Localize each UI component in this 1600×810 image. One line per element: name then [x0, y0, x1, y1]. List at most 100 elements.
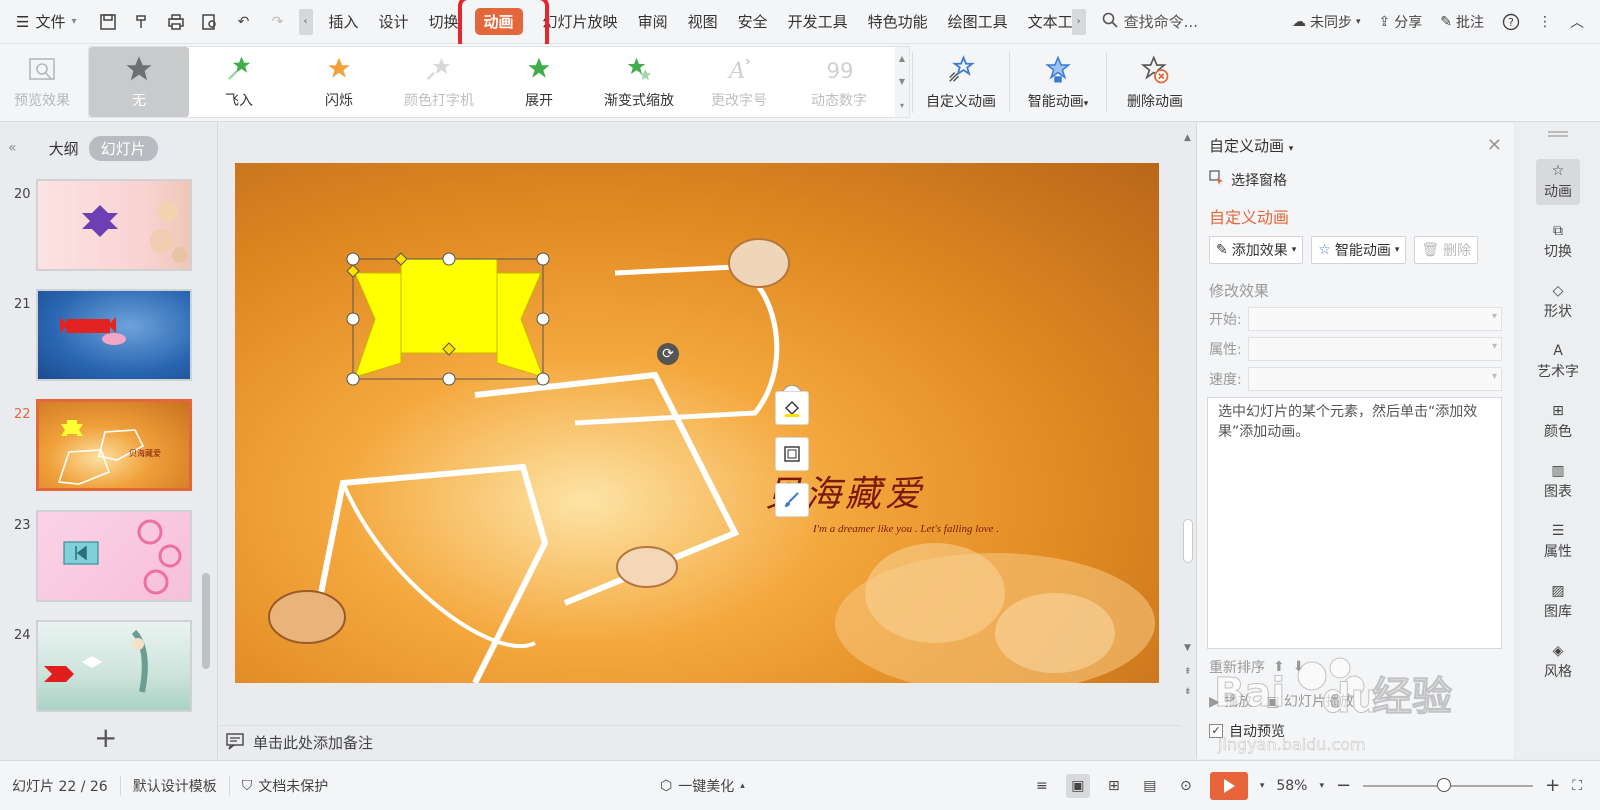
- delete-animation-button[interactable]: 删除动画: [1109, 44, 1201, 121]
- slide-thumbnail-row[interactable]: 21: [0, 289, 200, 385]
- slide-thumbnail[interactable]: [36, 179, 192, 271]
- smart-animation-button[interactable]: 智能动画▾: [1012, 44, 1104, 121]
- beautify-button[interactable]: ⬡ 一键美化 ▴: [660, 776, 745, 796]
- tab-view[interactable]: 视图: [678, 0, 728, 44]
- scroll-up-icon[interactable]: ▲: [1184, 133, 1191, 143]
- tab-text-tools[interactable]: 文本工: [1018, 0, 1072, 44]
- start-slideshow-button[interactable]: [1209, 771, 1248, 800]
- undo-icon[interactable]: ↶: [231, 9, 257, 35]
- tab-review[interactable]: 审阅: [628, 0, 678, 44]
- scroll-up-icon[interactable]: ▲: [899, 54, 905, 63]
- slide-canvas[interactable]: 贝海藏爱 I'm a dreamer like you . Let's fall…: [235, 163, 1159, 683]
- zoom-in-icon[interactable]: +: [1545, 775, 1560, 796]
- effect-color-typewriter[interactable]: 颜色打字机: [389, 47, 489, 117]
- smart-animation-pane-button[interactable]: ☆ 智能动画 ▾: [1311, 236, 1407, 264]
- fill-bucket-icon[interactable]: [775, 391, 809, 425]
- property-select[interactable]: [1247, 337, 1502, 361]
- slide-thumbnail[interactable]: [36, 510, 192, 602]
- reading-view-icon[interactable]: ▤: [1138, 774, 1162, 798]
- slideshow-button[interactable]: ▣ 幻灯片播放: [1266, 691, 1354, 711]
- close-icon[interactable]: ✕: [1487, 135, 1502, 156]
- slide-thumbnail-row[interactable]: 24: [0, 620, 200, 716]
- zoom-level[interactable]: 58%: [1276, 778, 1307, 794]
- play-button[interactable]: ▶ 播放: [1209, 691, 1252, 711]
- delete-button[interactable]: 🗑 删除: [1414, 236, 1479, 264]
- gallery-scrollbar[interactable]: ▲ ▼ ▾: [895, 47, 909, 117]
- add-slide-button[interactable]: +: [94, 721, 117, 754]
- slide-thumbnail-row[interactable]: 23: [0, 510, 200, 606]
- next-slide-icon[interactable]: ⇟: [1184, 687, 1192, 697]
- effect-fly-in[interactable]: 飞入: [189, 47, 289, 117]
- collapse-panel-icon[interactable]: «: [8, 140, 17, 156]
- sidebar-item-color[interactable]: ⊞ 颜色: [1536, 399, 1580, 445]
- zoom-slider[interactable]: [1363, 777, 1534, 792]
- move-down-icon[interactable]: ⬇: [1293, 659, 1305, 675]
- more-icon[interactable]: ⋮: [1538, 14, 1552, 30]
- move-up-icon[interactable]: ⬆: [1273, 659, 1285, 675]
- tabs-scroll-left-icon[interactable]: ‹: [298, 8, 313, 35]
- zoom-out-icon[interactable]: −: [1336, 775, 1351, 796]
- sync-button[interactable]: ☁ 未同步 ▾: [1292, 12, 1361, 32]
- redo-icon[interactable]: ↷: [265, 9, 291, 35]
- auto-preview-checkbox[interactable]: ✓: [1209, 724, 1223, 738]
- sidebar-item-style[interactable]: ◈ 风格: [1536, 639, 1580, 685]
- sidebar-item-gallery[interactable]: ▨ 图库: [1536, 579, 1580, 625]
- tabs-scroll-right-icon[interactable]: ›: [1071, 8, 1086, 35]
- comment-button[interactable]: ✎ 批注: [1440, 12, 1484, 32]
- effect-flash[interactable]: 闪烁: [289, 47, 389, 117]
- save-icon[interactable]: [95, 9, 121, 35]
- effect-expand[interactable]: 展开: [489, 47, 589, 117]
- pane-title-dropdown[interactable]: 自定义动画 ▾: [1209, 135, 1293, 156]
- share-button[interactable]: ⇪ 分享: [1379, 12, 1423, 32]
- protection-status[interactable]: ⛉ 文档未保护: [230, 776, 341, 796]
- sidebar-handle[interactable]: [1548, 131, 1568, 137]
- tab-security[interactable]: 安全: [728, 0, 778, 44]
- collapse-ribbon-icon[interactable]: ︿: [1570, 12, 1584, 32]
- notes-toggle-icon[interactable]: ≡: [1030, 774, 1054, 798]
- tab-insert[interactable]: 插入: [319, 0, 369, 44]
- presenter-view-icon[interactable]: ⊙: [1174, 774, 1198, 798]
- sidebar-item-shape[interactable]: ◇ 形状: [1536, 279, 1580, 325]
- sidebar-item-wordart[interactable]: A 艺术字: [1536, 339, 1580, 385]
- tab-developer[interactable]: 开发工具: [778, 0, 858, 44]
- tab-drawing-tools[interactable]: 绘图工具: [938, 0, 1018, 44]
- template-name[interactable]: 默认设计模板: [121, 775, 230, 796]
- sidebar-item-animation[interactable]: ☆ 动画: [1536, 159, 1580, 205]
- scroll-down-icon[interactable]: ▼: [1184, 643, 1191, 653]
- gallery-expand-icon[interactable]: ▾: [900, 101, 904, 110]
- slide-thumbnail-row[interactable]: 20: [0, 179, 200, 275]
- start-select[interactable]: [1247, 307, 1502, 331]
- zoom-slider-knob[interactable]: [1437, 777, 1452, 792]
- slide-thumbnail-row-current[interactable]: 22 贝海藏爱: [0, 399, 200, 495]
- tab-outline[interactable]: 大纲: [49, 138, 79, 159]
- file-menu[interactable]: ☰ 文件 ▾: [0, 0, 89, 44]
- tab-design[interactable]: 设计: [369, 0, 419, 44]
- chevron-down-icon[interactable]: ▾: [1260, 781, 1265, 791]
- effect-dynamic-number[interactable]: 99 动态数字: [789, 47, 889, 117]
- print-preview-icon[interactable]: [197, 9, 223, 35]
- sidebar-item-chart[interactable]: ▥ 图表: [1536, 459, 1580, 505]
- slide-vertical-scrollbar[interactable]: ▲ ▼ ⇞ ⇟: [1181, 123, 1195, 723]
- slide-thumbnail[interactable]: [36, 289, 192, 381]
- slide-sorter-icon[interactable]: ⊞: [1102, 774, 1126, 798]
- add-effect-button[interactable]: ✎ 添加效果 ▾: [1209, 236, 1304, 264]
- notes-bar[interactable]: 单击此处添加备注: [219, 725, 1181, 759]
- animation-list[interactable]: 选中幻灯片的某个元素，然后单击“添加效果”添加动画。: [1207, 397, 1502, 649]
- effect-fade-zoom[interactable]: 渐变式缩放: [589, 47, 689, 117]
- scroll-down-icon[interactable]: ▼: [899, 77, 905, 86]
- custom-animation-button[interactable]: 自定义动画: [915, 44, 1007, 121]
- normal-view-icon[interactable]: ▣: [1065, 773, 1090, 798]
- fit-window-icon[interactable]: ⛶: [1572, 778, 1582, 794]
- slide-subtitle[interactable]: I'm a dreamer like you . Let's falling l…: [813, 523, 999, 535]
- rotate-handle-icon[interactable]: ⟳: [657, 343, 679, 365]
- preview-effect-button[interactable]: 预览效果: [0, 44, 84, 121]
- speed-select[interactable]: [1247, 367, 1502, 391]
- brush-icon[interactable]: [775, 483, 809, 517]
- command-search[interactable]: 查找命令...: [1102, 11, 1220, 32]
- slide-thumbnail[interactable]: [36, 620, 192, 712]
- selection-pane-link[interactable]: 选择窗格: [1197, 156, 1514, 190]
- effect-none[interactable]: 无: [89, 47, 189, 117]
- sidebar-item-properties[interactable]: ☰ 属性: [1536, 519, 1580, 565]
- prev-slide-icon[interactable]: ⇞: [1184, 667, 1192, 677]
- help-icon[interactable]: ?: [1502, 13, 1520, 31]
